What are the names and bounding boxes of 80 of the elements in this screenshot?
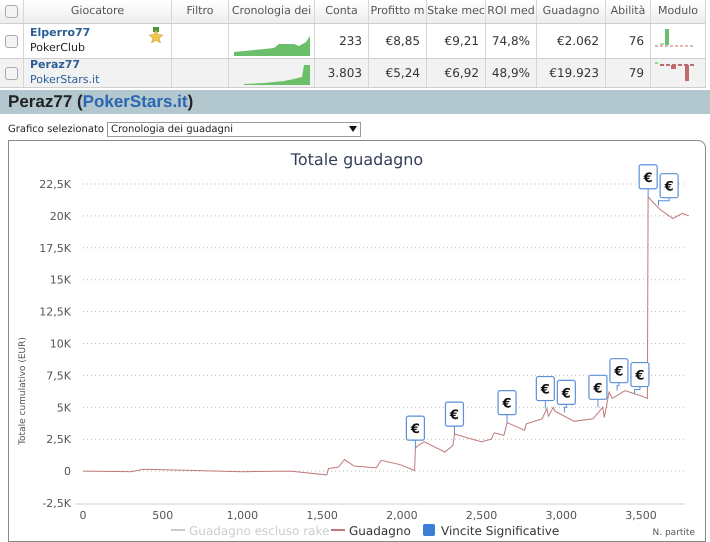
- table-cell-text: 76: [628, 33, 644, 50]
- win-flag: €: [536, 376, 555, 410]
- column-header[interactable]: Filtro: [186, 3, 214, 20]
- win-flag: €: [497, 390, 517, 424]
- y-tick-label: 2,5K: [46, 433, 71, 446]
- x-tick-label: 2,000: [386, 509, 418, 522]
- table-row[interactable]: Peraz77 PokerStars.it 3.803 €5,24 €6,92 48,9% €19.923 79: [0, 59, 706, 88]
- y-tick-label: 5K: [56, 401, 71, 414]
- y-tick-label: 10K: [50, 338, 71, 350]
- table-row[interactable]: Elperro77 PokerClub 233 €8,85 €9,21 74,8% €2.062 76: [0, 24, 706, 59]
- y-axis-title: Totale cumulativo (EUR): [18, 337, 28, 445]
- row-checkbox[interactable]: [5, 66, 18, 80]
- table-cell-text: 79: [628, 65, 644, 82]
- win-flag: €: [658, 173, 679, 206]
- x-tick-label: 1,500: [306, 509, 338, 522]
- x-tick-label: 1,000: [226, 509, 258, 522]
- table-cell-text: 3.803: [328, 65, 362, 82]
- column-header[interactable]: ROI med: [487, 3, 535, 20]
- x-tick-label: 2,500: [466, 509, 498, 522]
- annotation: €: [664, 180, 674, 195]
- win-flag: €: [609, 358, 629, 392]
- annotation: €: [540, 382, 550, 398]
- chart-title: Totale guadagno: [290, 150, 424, 169]
- y-tick-label: 20K: [50, 210, 71, 223]
- select-all-checkbox[interactable]: [5, 5, 18, 18]
- site-name: PokerClub: [30, 40, 86, 56]
- win-flag: €: [588, 374, 608, 408]
- annotation: €: [634, 368, 644, 384]
- y-tick-label: 17,5K: [39, 242, 71, 255]
- y-tick-label: -2,5K: [42, 497, 71, 510]
- column-header[interactable]: Guadagno: [542, 3, 600, 20]
- player-title: Peraz77 (PokerStars.it): [8, 91, 194, 114]
- legend-label: Guadagno: [349, 524, 411, 538]
- table-cell-text: €2.062: [557, 33, 599, 50]
- column-header[interactable]: Giocatore: [70, 3, 124, 20]
- win-flag: €: [444, 402, 464, 435]
- win-flag: €: [638, 164, 658, 198]
- x-tick-label: 3,000: [546, 509, 578, 522]
- y-tick-label: 0: [64, 465, 71, 478]
- legend-item[interactable]: Vincite Significative: [423, 524, 560, 538]
- y-tick-label: 22,5K: [39, 178, 71, 191]
- annotation: €: [592, 381, 602, 396]
- win-flag: €: [406, 416, 425, 449]
- annotation: €: [613, 364, 624, 380]
- dropdown-arrow-icon: [349, 126, 358, 132]
- table-cell-text: 74,8%: [492, 33, 530, 50]
- table-cell-text: €9,21: [444, 33, 479, 50]
- table-cell-text: €19.923: [549, 65, 599, 82]
- column-header[interactable]: Stake mec: [427, 3, 485, 20]
- column-header[interactable]: Modulo: [658, 3, 698, 20]
- x-axis-title: N. partite: [652, 528, 695, 538]
- y-tick-label: 7,5K: [46, 369, 71, 382]
- table-cell-text: 48,9%: [492, 65, 530, 82]
- win-flag: €: [630, 362, 650, 396]
- x-tick-label: 3,500: [625, 509, 657, 522]
- site-link[interactable]: PokerStars.it: [30, 72, 165, 88]
- annotation: €: [642, 170, 653, 186]
- y-tick-label: 15K: [50, 274, 71, 287]
- win-flag: €: [556, 380, 576, 413]
- table-cell-text: €6,92: [444, 65, 479, 82]
- column-header[interactable]: Abilità: [610, 3, 646, 20]
- player-link[interactable]: Elperro77: [30, 26, 165, 40]
- row-checkbox[interactable]: [5, 34, 18, 48]
- annotation: €: [410, 422, 420, 438]
- y-tick-label: 12,5K: [39, 306, 71, 319]
- table-cell-text: 233: [339, 33, 362, 50]
- annotation: €: [502, 396, 512, 412]
- x-tick-label: 500: [152, 509, 174, 522]
- column-header[interactable]: Conta: [325, 3, 358, 20]
- annotation: €: [560, 386, 571, 402]
- legend-item[interactable]: Guadagno: [331, 524, 411, 538]
- annotation: €: [448, 408, 459, 424]
- selector-label: Grafico selezionato: [8, 122, 104, 136]
- x-tick-label: 0: [80, 509, 86, 522]
- table-cell-text: €5,24: [386, 65, 420, 82]
- player-link[interactable]: Peraz77: [30, 58, 165, 72]
- chart-selector[interactable]: Cronologia dei guadagni: [107, 122, 362, 136]
- table-cell-text: €8,85: [386, 33, 420, 50]
- column-header[interactable]: Profitto m: [370, 3, 424, 20]
- column-header[interactable]: Cronologia dei: [232, 3, 312, 20]
